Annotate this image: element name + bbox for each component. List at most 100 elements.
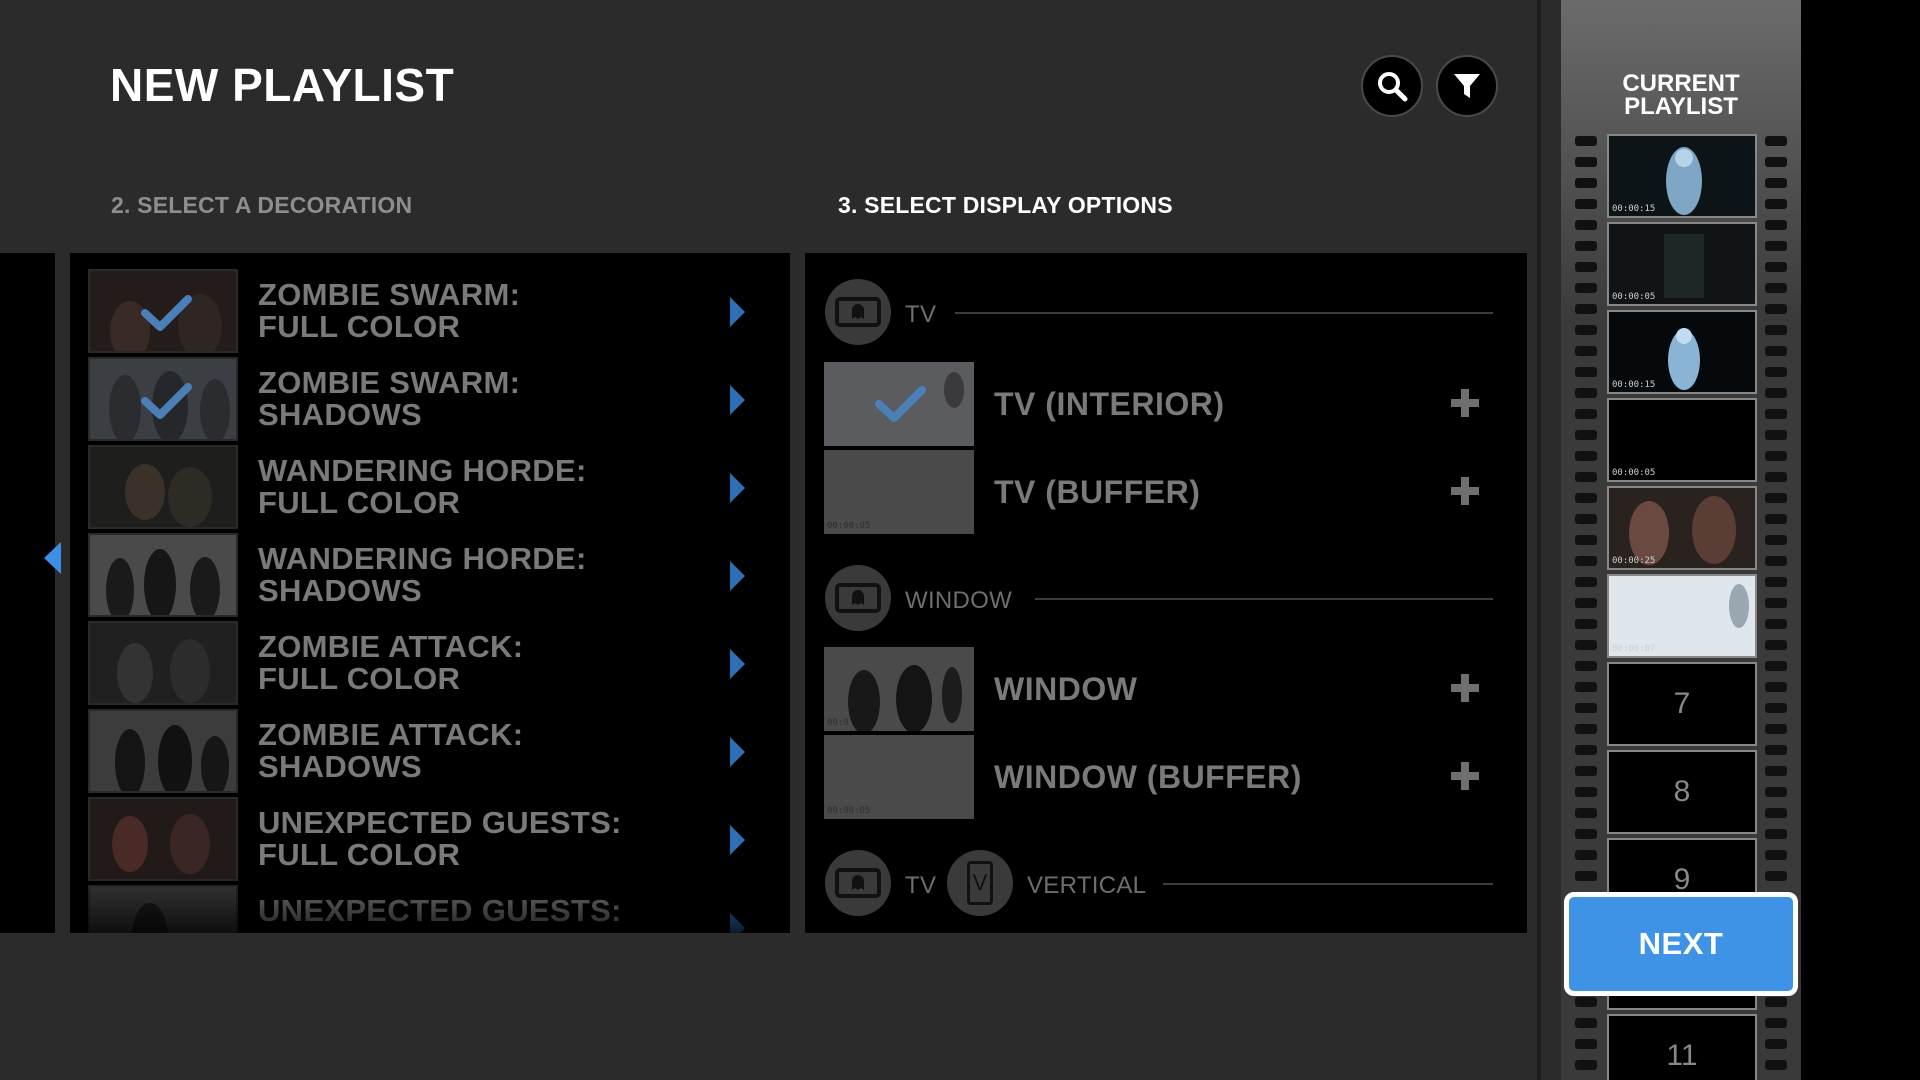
vertical-glyph: V (967, 861, 993, 905)
sprocket-hole (1765, 766, 1787, 776)
sprocket-hole (1575, 640, 1597, 650)
decoration-list: ZOMBIE SWARM: FULL COLOR ZOMBIE SWARM: S… (70, 253, 790, 933)
frame-duration: 00:00:25 (1612, 556, 1656, 566)
option-duration: 00:0 (827, 718, 849, 728)
option-duration: 00:00:05 (827, 521, 871, 531)
playlist-frame[interactable]: 00:00:05 (1607, 222, 1757, 306)
chevron-right-icon[interactable] (730, 473, 745, 503)
sprocket-hole (1765, 682, 1787, 692)
sprocket-hole (1765, 199, 1787, 209)
slot-number: 11 (1666, 1039, 1698, 1072)
sprocket-hole (1765, 1018, 1787, 1028)
sprocket-hole (1765, 493, 1787, 503)
playlist-frame[interactable]: 00:00:25 (1607, 486, 1757, 570)
display-option-item[interactable]: 00:00:05 WINDOW (BUFFER) (824, 735, 1504, 819)
playlist-slot[interactable]: 8 (1607, 750, 1757, 834)
sprocket-hole (1575, 367, 1597, 377)
display-option-item[interactable]: 00:0 WINDOW (824, 647, 1504, 731)
sprocket-hole (1575, 451, 1597, 461)
decoration-thumbnail (88, 709, 238, 793)
sprocket-hole (1575, 556, 1597, 566)
decoration-thumbnail (88, 885, 238, 933)
display-option-item[interactable]: 00:00:05 TV (BUFFER) (824, 450, 1504, 534)
bottom-area (0, 933, 1537, 1080)
next-button[interactable]: NEXT (1564, 892, 1798, 996)
decoration-item[interactable]: UNEXPECTED GUESTS: FULL COLOR (88, 797, 778, 881)
decoration-thumbnail (88, 621, 238, 705)
add-to-playlist-icon[interactable] (1449, 672, 1481, 704)
sprocket-hole (1575, 829, 1597, 839)
sprocket-hole (1765, 661, 1787, 671)
playlist-frame[interactable]: 00:00:05 (1607, 398, 1757, 482)
chevron-right-icon[interactable] (730, 737, 745, 767)
section-divider (1163, 883, 1493, 885)
sprocket-hole (1575, 220, 1597, 230)
chevron-right-icon[interactable] (730, 385, 745, 415)
frame-duration: 00:00:15 (1612, 204, 1656, 214)
decoration-name: UNEXPECTED GUESTS: FULL COLOR (258, 805, 622, 872)
decoration-name: WANDERING HORDE: SHADOWS (258, 541, 587, 608)
playlist-slot[interactable]: 7 (1607, 662, 1757, 746)
decoration-item[interactable]: WANDERING HORDE: SHADOWS (88, 533, 778, 617)
sprocket-hole (1575, 136, 1597, 146)
decoration-item[interactable]: ZOMBIE SWARM: SHADOWS (88, 357, 778, 441)
decoration-item[interactable]: ZOMBIE SWARM: FULL COLOR (88, 269, 778, 353)
tv-section-header: TV (825, 279, 1505, 345)
chevron-right-icon[interactable] (730, 297, 745, 327)
display-option-item[interactable]: TV (INTERIOR) (824, 362, 1504, 446)
sprocket-hole (1765, 703, 1787, 713)
slot-number: 7 (1673, 687, 1691, 720)
playlist-slot[interactable]: 11 (1607, 1014, 1757, 1080)
sprocket-hole (1575, 703, 1597, 713)
sprocket-hole (1575, 766, 1597, 776)
sprocket-hole (1575, 724, 1597, 734)
sprocket-hole (1575, 262, 1597, 272)
sprocket-hole (1575, 325, 1597, 335)
page-title: NEW PLAYLIST (110, 59, 455, 111)
tv-section-label: TV (905, 301, 937, 328)
decoration-item[interactable]: ZOMBIE ATTACK: SHADOWS (88, 709, 778, 793)
frame-duration: 00:00:05 (1612, 468, 1656, 478)
sprocket-hole (1575, 178, 1597, 188)
chevron-right-icon[interactable] (730, 913, 745, 933)
sprocket-hole (1575, 619, 1597, 629)
display-option-name: TV (BUFFER) (994, 474, 1201, 510)
sprocket-hole (1575, 598, 1597, 608)
sprocket-hole (1765, 451, 1787, 461)
sprocket-hole (1765, 598, 1787, 608)
previous-arrow-icon[interactable] (44, 542, 61, 574)
chevron-right-icon[interactable] (730, 561, 745, 591)
filter-icon (1454, 74, 1480, 98)
decoration-name: ZOMBIE ATTACK: SHADOWS (258, 717, 524, 784)
decoration-item[interactable]: WANDERING HORDE: FULL COLOR (88, 445, 778, 529)
add-to-playlist-icon[interactable] (1449, 387, 1481, 419)
chevron-right-icon[interactable] (730, 825, 745, 855)
vertical-orientation-icon: V (947, 850, 1013, 916)
panel-divider (1537, 0, 1541, 1080)
sprocket-hole (1765, 997, 1787, 1007)
playlist-frame[interactable]: 00:00:15 (1607, 310, 1757, 394)
decoration-item[interactable]: ZOMBIE ATTACK: FULL COLOR (88, 621, 778, 705)
add-to-playlist-icon[interactable] (1449, 760, 1481, 792)
decoration-thumbnail (88, 269, 238, 353)
right-margin (1801, 0, 1920, 1080)
sprocket-hole (1575, 346, 1597, 356)
sprocket-hole (1575, 241, 1597, 251)
decoration-item[interactable]: UNEXPECTED GUESTS: (88, 885, 778, 933)
playlist-frame[interactable]: 00:00:15 (1607, 134, 1757, 218)
display-options-list: TV TV (INTERIOR) 00:00:05 TV (BUFFER) WI… (805, 253, 1527, 933)
search-button[interactable] (1361, 55, 1423, 117)
chevron-right-icon[interactable] (730, 649, 745, 679)
sprocket-hole (1575, 1039, 1597, 1049)
decoration-name: ZOMBIE SWARM: SHADOWS (258, 365, 521, 432)
display-option-thumbnail (824, 362, 974, 446)
add-to-playlist-icon[interactable] (1449, 475, 1481, 507)
section-divider (955, 312, 1493, 314)
decoration-name: ZOMBIE SWARM: FULL COLOR (258, 277, 521, 344)
playlist-frame[interactable]: 00:00:07 (1607, 574, 1757, 658)
sprocket-hole (1575, 577, 1597, 587)
sprocket-hole (1765, 871, 1787, 881)
tv-ghost-icon (825, 850, 891, 916)
filter-button[interactable] (1436, 55, 1498, 117)
sprocket-hole (1765, 577, 1787, 587)
